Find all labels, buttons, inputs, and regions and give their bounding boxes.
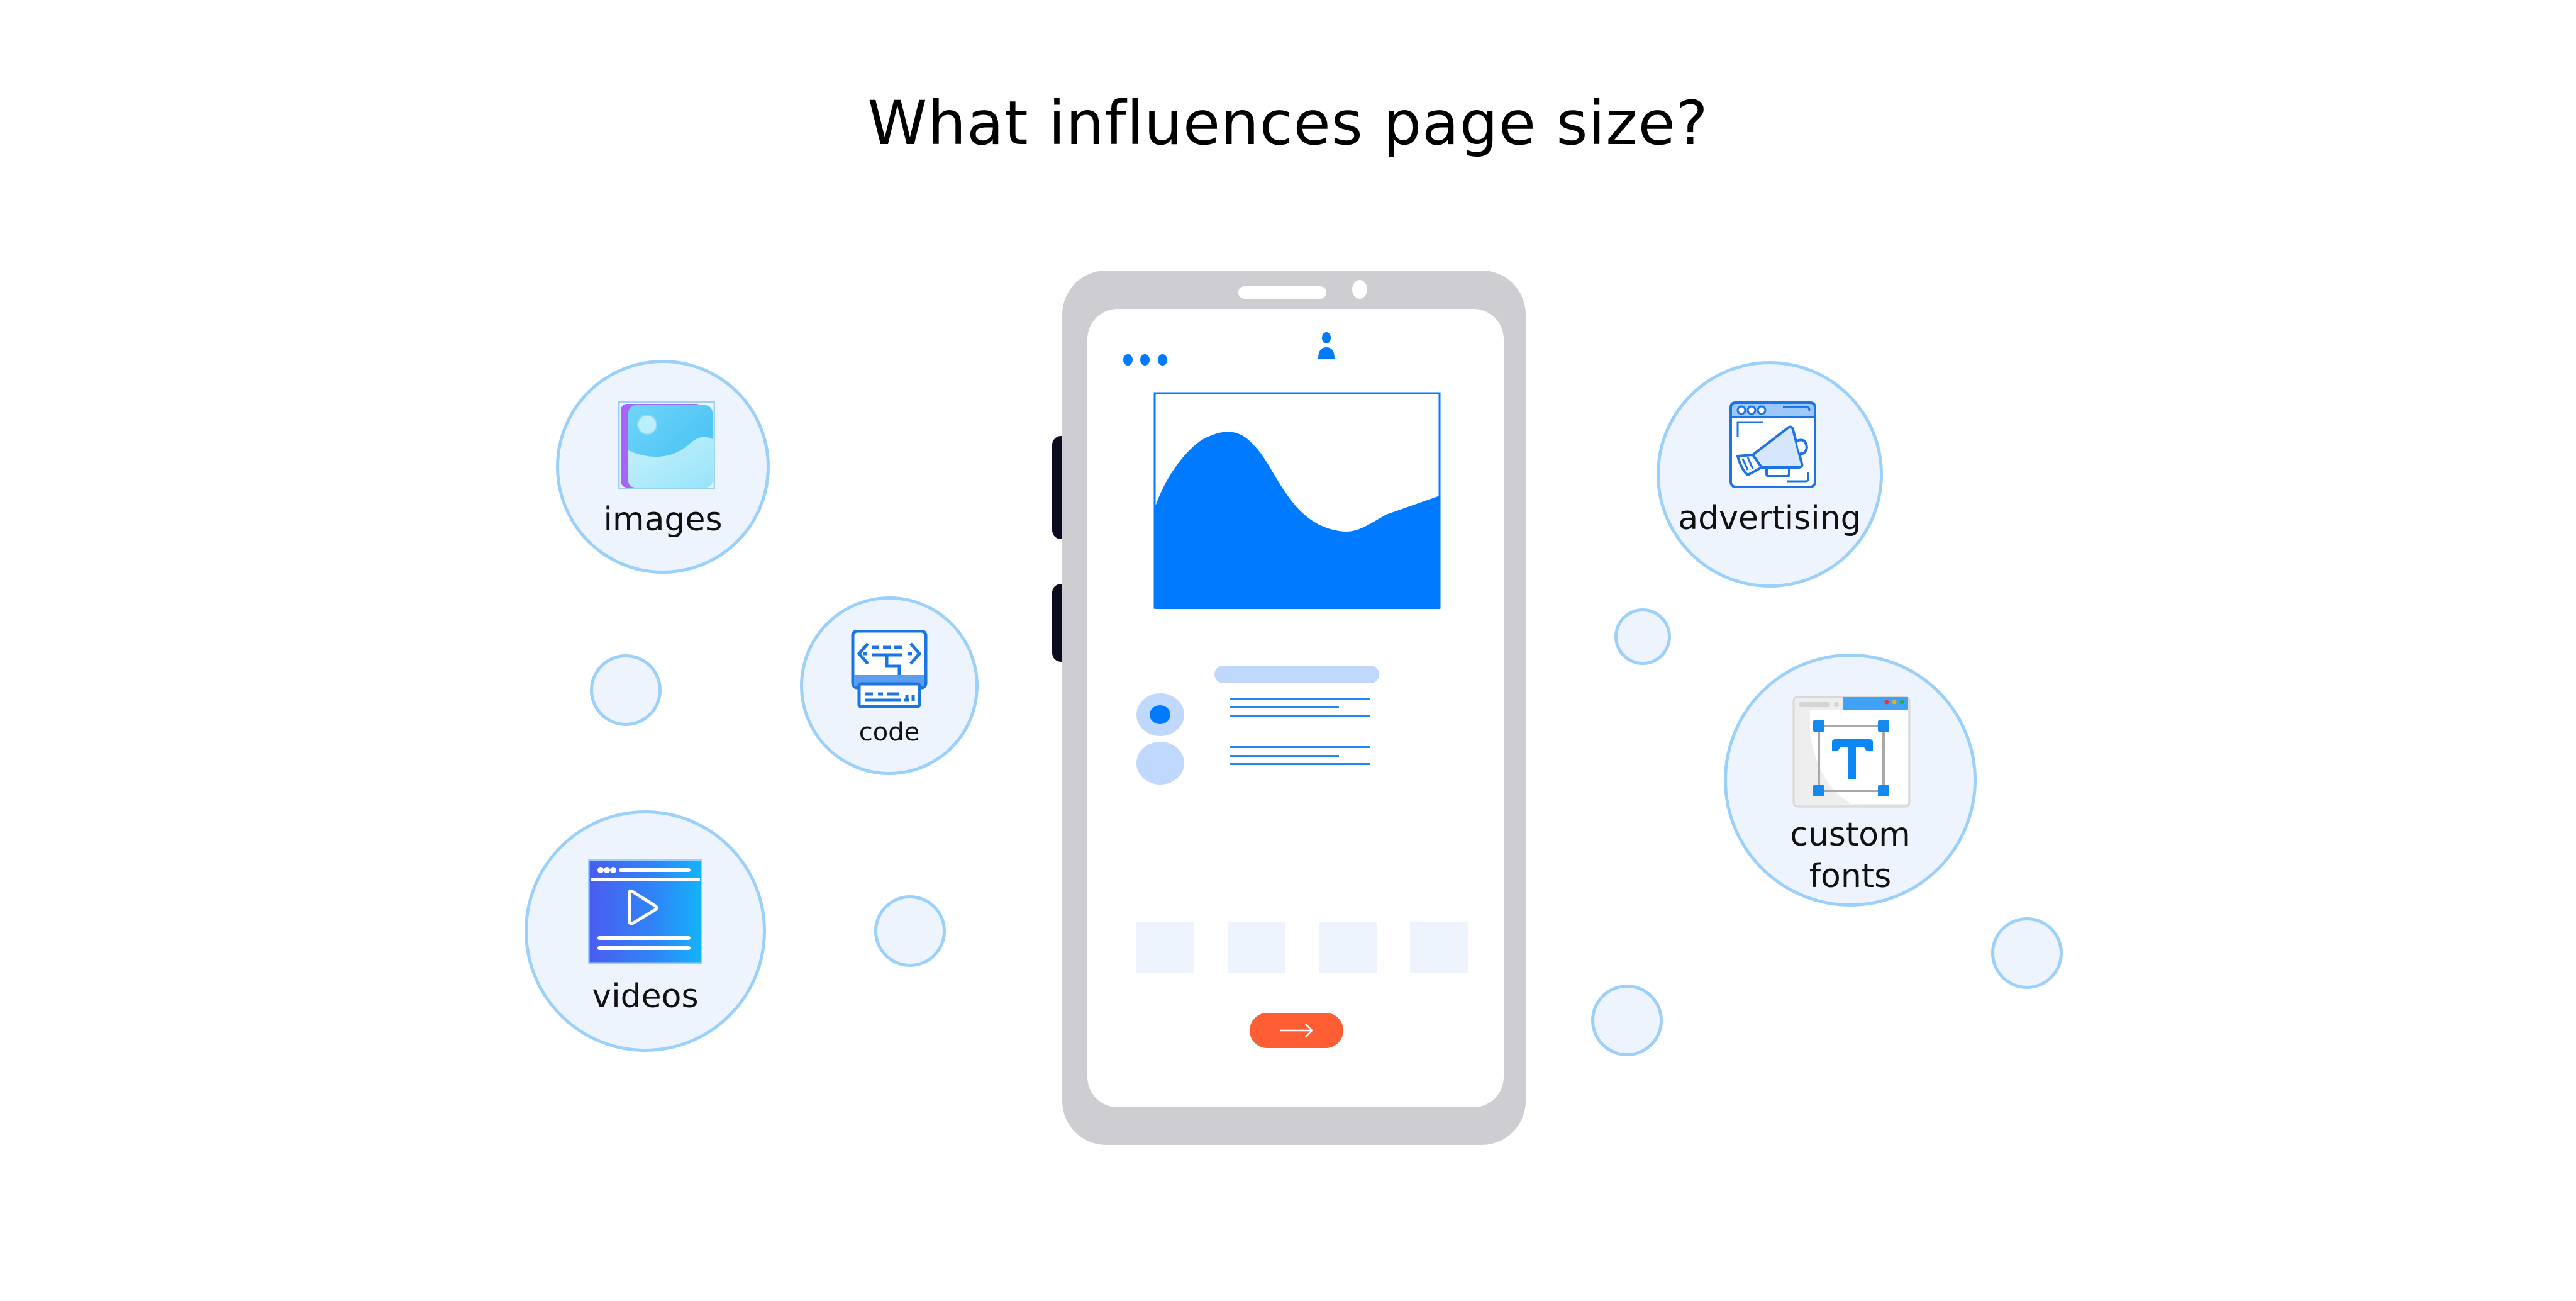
text-line	[1230, 715, 1370, 717]
font-type-icon	[1792, 696, 1911, 810]
menu-dot	[1140, 354, 1150, 366]
thumbnail-tile[interactable]	[1136, 922, 1194, 973]
factor-custom-fonts: custom fonts	[1724, 654, 1977, 907]
factor-videos: videos	[525, 810, 766, 1052]
factor-images: images	[556, 360, 770, 574]
text-line	[1230, 763, 1370, 765]
radio-selected-dot	[1150, 705, 1170, 724]
thumbnail-tile[interactable]	[1410, 922, 1468, 973]
factor-label-line1: custom	[1790, 816, 1911, 854]
arrow-right-icon	[1280, 1024, 1313, 1037]
menu-dot	[1123, 354, 1133, 366]
thumbnail-tile[interactable]	[1228, 922, 1285, 973]
factor-label: advertising	[1678, 500, 1862, 537]
next-button[interactable]	[1250, 1013, 1343, 1048]
user-icon[interactable]	[1318, 332, 1335, 362]
factor-label: videos	[592, 978, 699, 1015]
thumbnail-tile[interactable]	[1319, 922, 1377, 973]
decor-bubble	[874, 895, 946, 967]
text-line	[1230, 746, 1370, 748]
factor-code: code	[800, 596, 979, 775]
radio-option-1[interactable]	[1136, 693, 1184, 736]
factor-label-line2: fonts	[1809, 857, 1892, 895]
code-icon	[850, 629, 928, 710]
heading-placeholder	[1214, 666, 1379, 683]
decor-bubble	[1591, 985, 1663, 1056]
factor-label: code	[858, 718, 920, 747]
wave-chart-icon	[1153, 392, 1441, 609]
megaphone-browser-icon	[1729, 401, 1817, 491]
page-title: What influences page size?	[867, 88, 1709, 159]
image-icon	[618, 401, 716, 492]
video-player-icon	[587, 859, 703, 966]
decor-bubble	[1991, 917, 2063, 989]
factor-advertising: advertising	[1657, 361, 1883, 588]
text-line	[1230, 706, 1339, 708]
phone-speaker	[1238, 286, 1326, 299]
phone-camera	[1352, 280, 1367, 299]
decor-bubble	[590, 654, 662, 726]
text-line	[1230, 755, 1339, 757]
decor-bubble	[1614, 608, 1671, 665]
factor-label: images	[603, 501, 723, 539]
menu-dot	[1158, 354, 1167, 366]
radio-option-2[interactable]	[1136, 742, 1184, 785]
text-line	[1230, 698, 1370, 700]
